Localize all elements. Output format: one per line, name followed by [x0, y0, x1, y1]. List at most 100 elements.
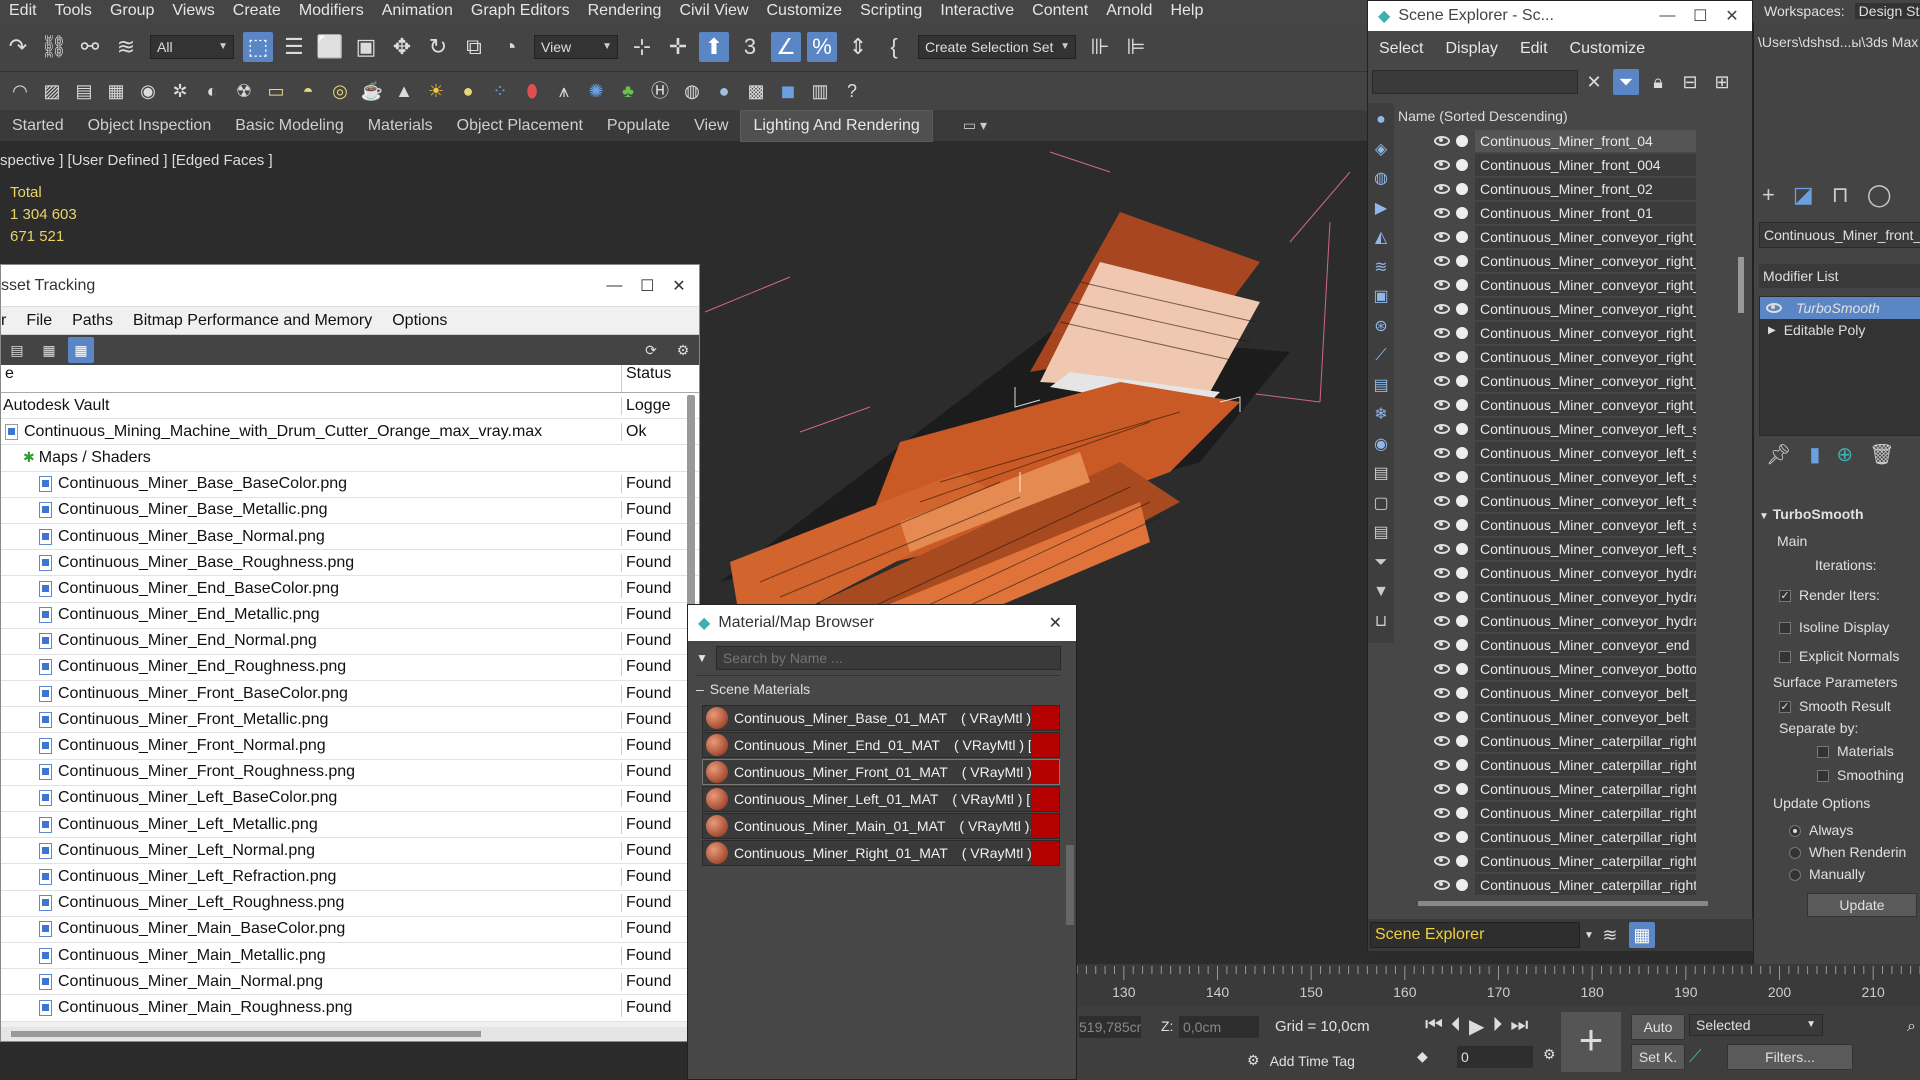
- visibility-eye-icon[interactable]: [1434, 232, 1450, 242]
- asset-row[interactable]: Continuous_Miner_End_Roughness.png Found: [1, 654, 699, 682]
- material-item[interactable]: Continuous_Miner_Left_01_MAT ( VRayMtl ) …: [702, 786, 1060, 812]
- key-filter-dropdown[interactable]: Selected ▼: [1689, 1014, 1823, 1036]
- visibility-eye-icon[interactable]: [1434, 784, 1450, 794]
- list-view-icon[interactable]: ▤: [4, 337, 30, 363]
- freeze-dot-icon[interactable]: [1456, 567, 1468, 579]
- freeze-dot-icon[interactable]: [1456, 399, 1468, 411]
- visibility-eye-icon[interactable]: [1434, 760, 1450, 770]
- visibility-eye-icon[interactable]: [1434, 808, 1450, 818]
- asset-row[interactable]: Continuous_Miner_Left_Metallic.png Found: [1, 812, 699, 839]
- filter-geometry-icon[interactable]: ●: [1376, 105, 1386, 135]
- sphere-icon[interactable]: ●: [455, 78, 481, 104]
- asset-row[interactable]: Continuous_Miner_Base_Metallic.png Found: [1, 497, 699, 524]
- freeze-dot-icon[interactable]: [1456, 615, 1468, 627]
- asset-row[interactable]: Continuous_Miner_Main_Normal.png Found: [1, 969, 699, 996]
- visibility-eye-icon[interactable]: [1434, 496, 1450, 506]
- frame-buffer-icon[interactable]: ▥: [807, 78, 833, 104]
- scene-object-row[interactable]: Continuous_Miner_conveyor_right_side_: [1434, 345, 1696, 369]
- freeze-dot-icon[interactable]: [1456, 591, 1468, 603]
- select-by-name-icon[interactable]: ☰: [279, 32, 309, 62]
- redo-icon[interactable]: ↷: [3, 32, 33, 62]
- menu-arnold[interactable]: Arnold: [1097, 0, 1161, 22]
- visibility-eye-icon[interactable]: [1434, 160, 1450, 170]
- hierarchy-icon[interactable]: ⊟: [1677, 69, 1703, 95]
- edit-named-selection-icon[interactable]: {: [879, 32, 909, 62]
- col-name[interactable]: e: [1, 365, 621, 392]
- asset-menu-options[interactable]: Options: [382, 312, 457, 330]
- cone-icon[interactable]: ▲: [391, 78, 417, 104]
- menu-help[interactable]: Help: [1161, 0, 1212, 22]
- smooth-result-row[interactable]: ✓ Smooth Result: [1759, 695, 1920, 717]
- asset-row[interactable]: Autodesk Vault Logge: [1, 393, 699, 420]
- freeze-dot-icon[interactable]: [1456, 543, 1468, 555]
- grass-icon[interactable]: ♣: [615, 78, 641, 104]
- visibility-eye-icon[interactable]: [1434, 328, 1450, 338]
- render-elements-icon[interactable]: ◼: [775, 78, 801, 104]
- pin-stack-icon[interactable]: 📌︎: [1766, 442, 1791, 467]
- bag-icon[interactable]: ⊔: [1375, 607, 1387, 637]
- menu-scripting[interactable]: Scripting: [851, 0, 931, 22]
- asset-row[interactable]: Continuous_Miner_Front_Roughness.png Foun…: [1, 759, 699, 786]
- se-close-icon[interactable]: ✕: [1725, 6, 1752, 26]
- freeze-dot-icon[interactable]: [1456, 351, 1468, 363]
- key-tangent-icon[interactable]: ⟋: [1689, 1046, 1702, 1067]
- make-unique-icon[interactable]: ⊕: [1836, 442, 1853, 467]
- se-vscrollbar[interactable]: [1738, 257, 1744, 313]
- asset-row[interactable]: Continuous_Miner_Main_BaseColor.png Found: [1, 916, 699, 943]
- freeze-dot-icon[interactable]: [1456, 447, 1468, 459]
- asset-row[interactable]: Continuous_Miner_Base_Normal.png Found: [1, 523, 699, 551]
- asset-menu-paths[interactable]: Paths: [62, 312, 123, 330]
- se-hierarchy-icon[interactable]: ▦: [1628, 922, 1655, 948]
- scene-object-row[interactable]: Continuous_Miner_caterpillar_right098: [1434, 873, 1696, 895]
- asset-row[interactable]: Continuous_Mining_Machine_with_Drum_Cutt…: [1, 419, 699, 446]
- select-object-icon[interactable]: ⬚: [243, 31, 273, 62]
- menu-animation[interactable]: Animation: [373, 0, 462, 22]
- omni-icon[interactable]: ◐: [199, 78, 225, 104]
- visibility-eye-icon[interactable]: [1434, 280, 1450, 290]
- scene-object-row[interactable]: Continuous_Miner_conveyor_left_side_0: [1434, 489, 1696, 513]
- se-menu-customize[interactable]: Customize: [1559, 40, 1657, 58]
- scene-object-row[interactable]: Continuous_Miner_conveyor_right_side_: [1434, 369, 1696, 393]
- col-status[interactable]: Status: [621, 365, 673, 392]
- se-titlebar[interactable]: ◆ Scene Explorer - Sc... — ☐ ✕: [1368, 1, 1752, 31]
- unlink-icon[interactable]: ⚯: [75, 32, 105, 62]
- filter-none-icon[interactable]: ▢: [1373, 489, 1388, 519]
- scene-object-row[interactable]: Continuous_Miner_conveyor_left_side_0: [1434, 537, 1696, 561]
- freeze-dot-icon[interactable]: [1456, 879, 1468, 891]
- material-editor-icon[interactable]: ▩: [743, 78, 769, 104]
- scene-object-row[interactable]: Continuous_Miner_conveyor_hydraulic_: [1434, 561, 1696, 585]
- se-menu-display[interactable]: Display: [1434, 40, 1508, 58]
- asset-row[interactable]: Continuous_Miner_Main_Metallic.png Found: [1, 942, 699, 970]
- visibility-eye-icon[interactable]: [1434, 256, 1450, 266]
- mmb-search-input[interactable]: [715, 646, 1061, 670]
- search-options-chevron-icon[interactable]: ▼: [696, 651, 708, 665]
- close-icon[interactable]: ✕: [668, 276, 699, 296]
- angle-snap-icon[interactable]: ∠: [771, 31, 801, 62]
- modifier-visible-eye-icon[interactable]: [1766, 303, 1782, 313]
- filter-lights-icon[interactable]: ◍: [1374, 164, 1388, 194]
- plane-icon[interactable]: ▭: [263, 78, 289, 104]
- asset-row[interactable]: Continuous_Miner_Left_Roughness.png Found: [1, 890, 699, 917]
- scene-object-row[interactable]: Continuous_Miner_front_01: [1434, 201, 1696, 225]
- go-to-start-icon[interactable]: ⏮: [1425, 1014, 1443, 1039]
- modifier-list-dropdown[interactable]: Modifier List: [1759, 264, 1920, 288]
- freeze-dot-icon[interactable]: [1456, 183, 1468, 195]
- scene-object-row[interactable]: Continuous_Miner_conveyor_bottom: [1434, 657, 1696, 681]
- menu-modifiers[interactable]: Modifiers: [290, 0, 373, 22]
- mmb-titlebar[interactable]: ◆ Material/Map Browser ✕: [688, 605, 1076, 641]
- auto-key-button[interactable]: Auto: [1631, 1014, 1685, 1040]
- filter-icon[interactable]: ⏷: [1613, 69, 1639, 95]
- freeze-dot-icon[interactable]: [1456, 255, 1468, 267]
- move-icon[interactable]: ✥: [387, 32, 417, 62]
- rectangular-selection-icon[interactable]: ⬜: [315, 32, 345, 62]
- filter-hidden-icon[interactable]: ◉: [1374, 430, 1388, 460]
- asset-tracking-titlebar[interactable]: sset Tracking — ☐ ✕: [1, 265, 699, 307]
- freeze-dot-icon[interactable]: [1456, 831, 1468, 843]
- mirror-icon[interactable]: ⊪: [1085, 32, 1115, 62]
- freeze-dot-icon[interactable]: [1456, 759, 1468, 771]
- freeze-dot-icon[interactable]: [1456, 231, 1468, 243]
- filters-button[interactable]: Filters...: [1727, 1044, 1853, 1070]
- freeze-dot-icon[interactable]: [1456, 327, 1468, 339]
- place-icon[interactable]: ◔: [495, 32, 525, 62]
- scene-object-row[interactable]: Continuous_Miner_conveyor_end: [1434, 633, 1696, 657]
